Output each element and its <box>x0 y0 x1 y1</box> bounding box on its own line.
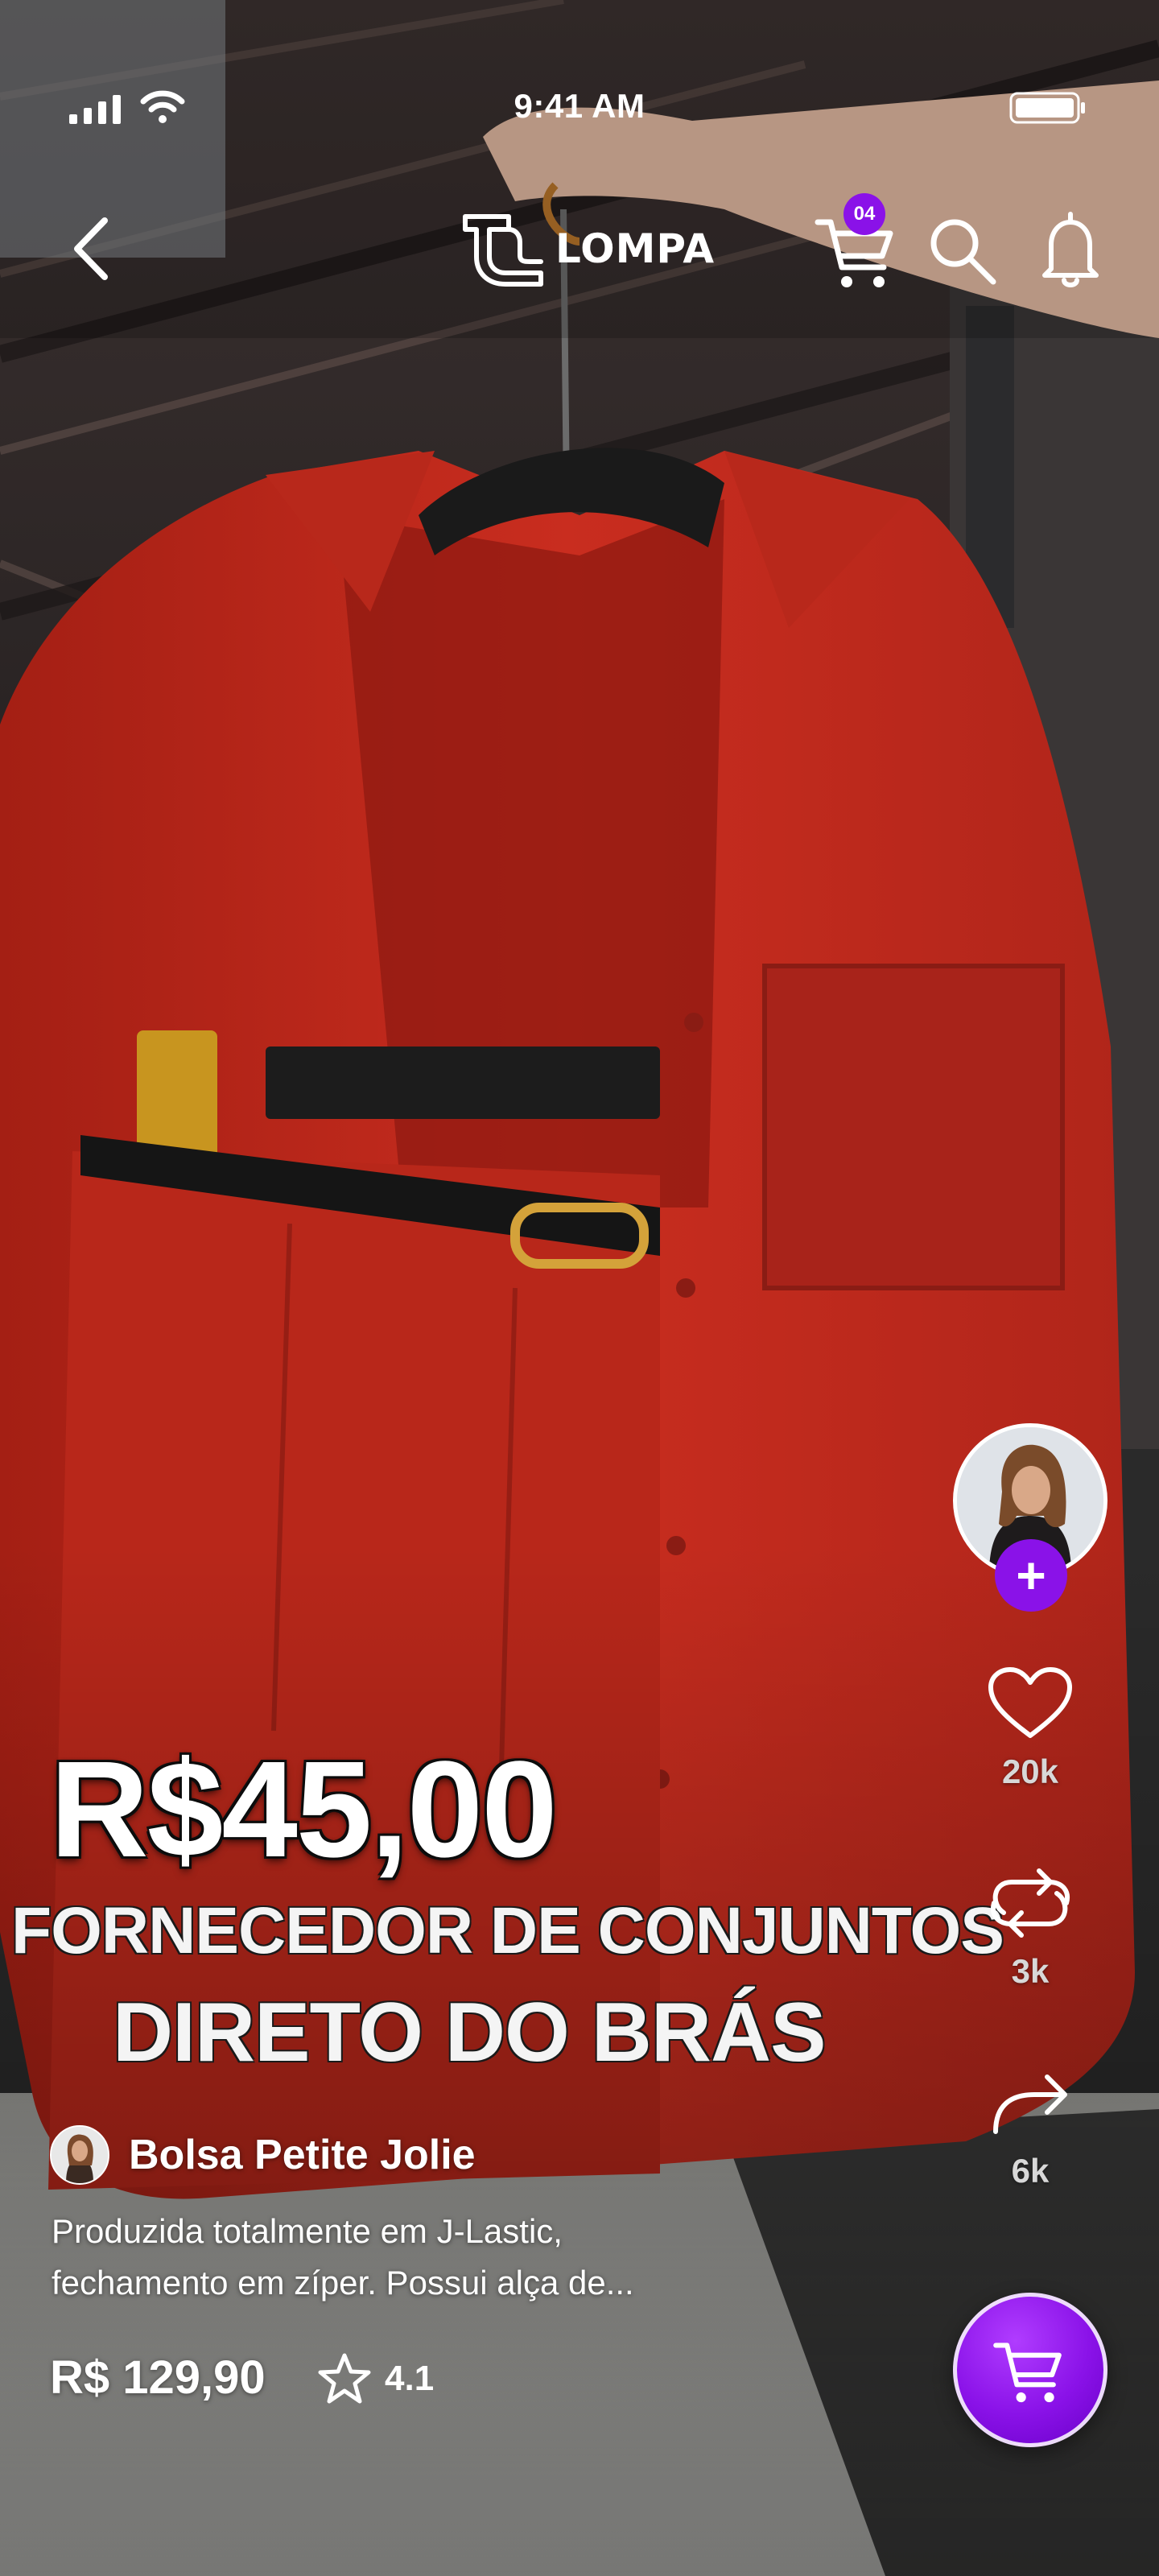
back-icon[interactable] <box>64 213 121 285</box>
status-time: 9:41 AM <box>514 87 645 125</box>
rating-value: 4.1 <box>385 2359 435 2398</box>
repost-icon <box>991 1868 1070 1938</box>
description-line-1: Produzida totalmente em J-Lastic, <box>52 2212 563 2250</box>
repost-count: 3k <box>1011 1952 1050 1990</box>
overlay-headline-1: FORNECEDOR DE CONJUNTOS <box>11 1894 1004 1967</box>
overlay-price: R$45,00 <box>50 1733 558 1886</box>
share-count: 6k <box>1011 2152 1050 2190</box>
add-to-cart-button[interactable] <box>953 2293 1107 2447</box>
seller-photo <box>52 2127 108 2183</box>
star-icon <box>318 2353 371 2404</box>
product-price: R$ 129,90 <box>50 2351 266 2404</box>
follow-button[interactable]: + <box>995 1539 1067 1612</box>
repost-button[interactable]: 3k <box>966 1864 1095 1991</box>
add-to-cart-icon <box>993 2343 1062 2403</box>
product-description[interactable]: Produzida totalmente em J-Lastic, fecham… <box>52 2206 776 2309</box>
description-line-2: fechamento em zíper. Possui alça de... <box>52 2264 634 2301</box>
brand-name: LOMPA <box>555 225 716 272</box>
seller-row[interactable]: Bolsa Petite Jolie <box>50 2125 476 2185</box>
top-nav: LOMPA 04 <box>0 193 1159 298</box>
product-rating: 4.1 <box>317 2352 434 2405</box>
share-button[interactable]: 6k <box>966 2064 1095 2190</box>
search-icon[interactable] <box>926 214 998 287</box>
logo-mark-icon <box>463 214 543 287</box>
heart-icon <box>988 1667 1072 1738</box>
overlay-headline-2: DIRETO DO BRÁS <box>113 1986 826 2079</box>
bell-icon[interactable] <box>1038 209 1103 290</box>
brand-logo[interactable]: LOMPA <box>460 204 715 293</box>
status-bar: 9:41 AM <box>0 0 1159 161</box>
share-icon <box>993 2074 1067 2134</box>
cart-count-badge: 04 <box>843 193 885 235</box>
like-count: 20k <box>1001 1752 1059 1790</box>
like-button[interactable]: 20k <box>966 1665 1095 1791</box>
seller-name[interactable]: Bolsa Petite Jolie <box>129 2131 476 2179</box>
seller-avatar[interactable] <box>50 2125 109 2185</box>
battery-icon <box>1009 92 1085 124</box>
